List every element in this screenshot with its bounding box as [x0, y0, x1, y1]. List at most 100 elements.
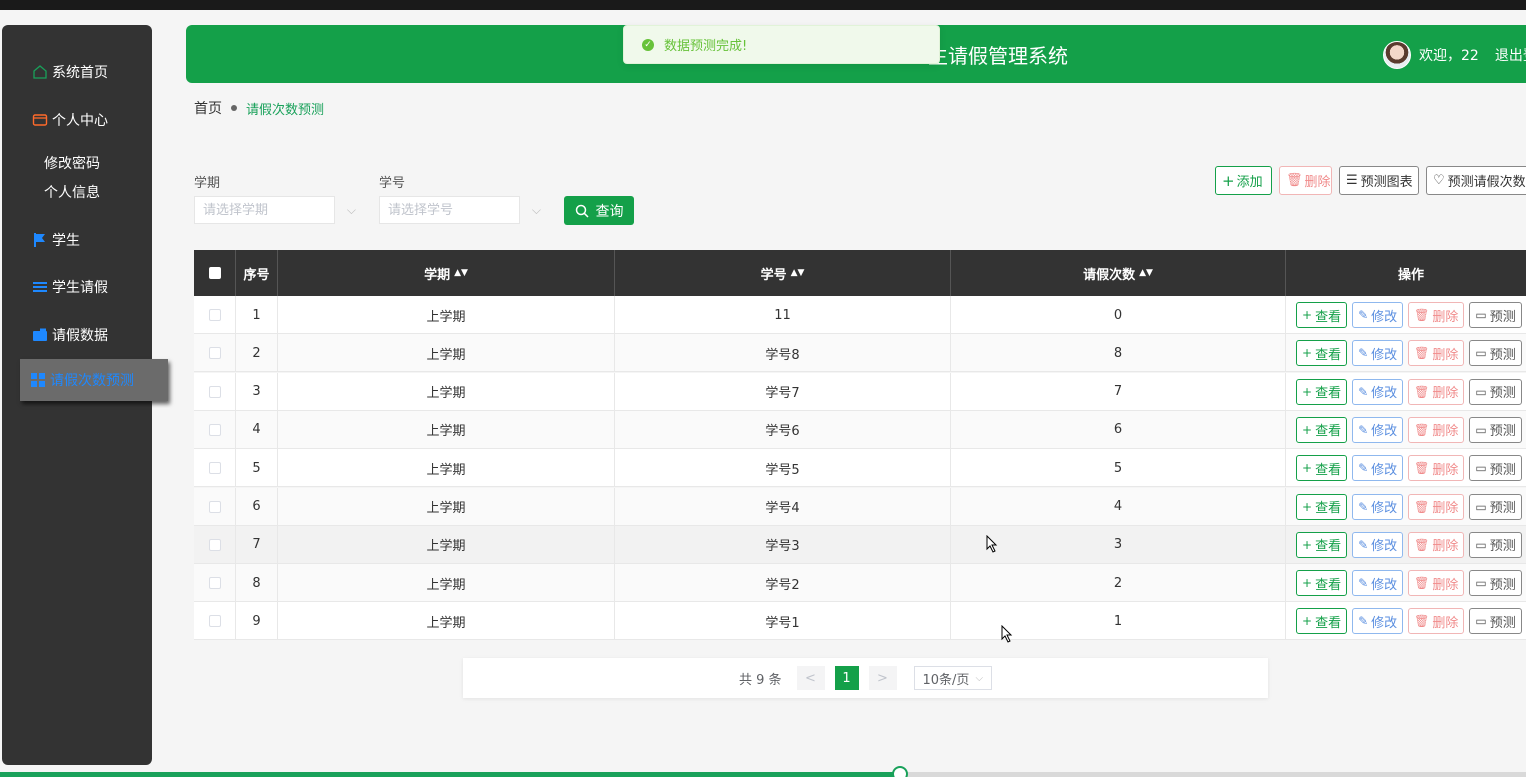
delete-button[interactable]: 🗑 删除: [1408, 302, 1465, 328]
pencil-icon: ✎: [1358, 614, 1369, 629]
edit-button-label: 修改: [1371, 501, 1398, 516]
view-button[interactable]: + 查看: [1296, 455, 1348, 482]
table-row: 5 上学期 学号5 5 + 查看 ✎ 修改 🗑 删除 ▭ 预测: [194, 449, 1526, 488]
toast-message: 数据预测完成!: [664, 39, 748, 54]
view-button[interactable]: + 查看: [1296, 570, 1348, 597]
predict-button-label: 预测: [1489, 462, 1516, 478]
view-button[interactable]: + 查看: [1296, 493, 1348, 520]
view-button[interactable]: + 查看: [1296, 340, 1348, 367]
row-checkbox[interactable]: [208, 309, 221, 321]
prediction-chart-button[interactable]: ☰ 预测图表: [1339, 166, 1419, 195]
header-leave-count[interactable]: 请假次数 ▲▼: [951, 250, 1286, 296]
predict-button[interactable]: ▭ 预测: [1469, 493, 1522, 520]
predict-button[interactable]: ▭ 预测: [1469, 608, 1522, 635]
predict-button[interactable]: ▭ 预测: [1469, 340, 1522, 367]
avatar[interactable]: [1383, 41, 1411, 69]
video-progress-handle[interactable]: [892, 766, 908, 777]
row-checkbox[interactable]: [208, 500, 221, 513]
row-select-cell: [194, 410, 236, 449]
batch-delete-button[interactable]: 🗑 删除: [1279, 166, 1332, 195]
predict-button[interactable]: ▭ 预测: [1469, 455, 1522, 482]
breadcrumb: 首页 请假次数预测: [194, 98, 324, 118]
cell-no: 8: [236, 564, 278, 603]
student-id-select[interactable]: ⌵: [379, 196, 541, 224]
sidebar-sub-profile[interactable]: 个人信息: [44, 182, 100, 202]
edit-button[interactable]: ✎ 修改: [1352, 570, 1404, 597]
delete-button[interactable]: 🗑 删除: [1408, 608, 1465, 635]
view-button[interactable]: + 查看: [1296, 378, 1348, 405]
predict-button[interactable]: ▭ 预测: [1469, 302, 1522, 328]
predict-button[interactable]: ▭ 预测: [1469, 531, 1522, 558]
logout-link[interactable]: 退出登: [1495, 45, 1526, 65]
edit-button-label: 修改: [1371, 424, 1398, 440]
sidebar-item-personal[interactable]: 个人中心: [2, 105, 152, 135]
chevron-down-icon: ⌵: [531, 203, 541, 217]
sidebar-item-label: 学生: [52, 233, 80, 249]
sidebar-item-leave-prediction[interactable]: 请假次数预测: [20, 359, 168, 401]
term-input[interactable]: [195, 197, 335, 223]
comment-icon: ▭: [1475, 422, 1487, 437]
sidebar-item-students[interactable]: 学生: [2, 225, 152, 255]
row-checkbox[interactable]: [208, 462, 221, 475]
delete-button[interactable]: 🗑 删除: [1408, 378, 1465, 405]
video-progress-bar[interactable]: [0, 766, 1526, 777]
sidebar-item-home[interactable]: 系统首页: [2, 57, 152, 87]
delete-button[interactable]: 🗑 删除: [1408, 340, 1465, 367]
edit-button[interactable]: ✎ 修改: [1352, 531, 1404, 558]
page-1-button[interactable]: 1: [834, 666, 859, 690]
view-button[interactable]: + 查看: [1296, 416, 1348, 443]
prev-page-button[interactable]: <: [796, 666, 825, 690]
row-checkbox[interactable]: [208, 538, 221, 551]
student-id-input[interactable]: [380, 197, 520, 223]
window-top-bar: [0, 0, 1526, 10]
edit-button[interactable]: ✎ 修改: [1352, 493, 1404, 520]
plus-icon: +: [1302, 346, 1313, 361]
row-actions: + 查看 ✎ 修改 🗑 删除 ▭ 预测: [1296, 449, 1522, 487]
header-term[interactable]: 学期 ▲▼: [278, 250, 615, 296]
delete-button[interactable]: 🗑 删除: [1408, 570, 1465, 597]
edit-button[interactable]: ✎ 修改: [1352, 378, 1404, 405]
mouse-cursor-icon: [986, 535, 998, 553]
sidebar-sub-change-password[interactable]: 修改密码: [44, 153, 100, 173]
edit-button[interactable]: ✎ 修改: [1352, 455, 1404, 482]
row-checkbox[interactable]: [208, 615, 221, 628]
edit-button[interactable]: ✎ 修改: [1352, 340, 1404, 367]
sidebar-item-leave-data[interactable]: 请假数据: [2, 320, 152, 350]
predict-button[interactable]: ▭ 预测: [1469, 416, 1522, 443]
row-actions: + 查看 ✎ 修改 🗑 删除 ▭ 预测: [1296, 602, 1522, 640]
predict-button-label: 预测: [1489, 309, 1516, 325]
delete-button[interactable]: 🗑 删除: [1408, 416, 1465, 443]
add-button[interactable]: + 添加: [1215, 166, 1272, 195]
predict-leave-button[interactable]: ♡ 预测请假次数: [1426, 166, 1526, 195]
row-checkbox[interactable]: [208, 577, 221, 590]
comment-icon: ▭: [1475, 499, 1487, 514]
row-checkbox[interactable]: [208, 423, 221, 436]
breadcrumb-home[interactable]: 首页: [194, 98, 222, 118]
edit-button[interactable]: ✎ 修改: [1352, 416, 1404, 443]
edit-button[interactable]: ✎ 修改: [1352, 302, 1404, 328]
plus-icon: +: [1222, 171, 1235, 190]
pencil-icon: ✎: [1358, 499, 1369, 514]
comment-icon: ▭: [1475, 576, 1487, 591]
sidebar-item-student-leave[interactable]: 学生请假: [2, 272, 152, 302]
query-button[interactable]: 查询: [564, 196, 634, 225]
select-all-checkbox[interactable]: [208, 267, 221, 279]
row-checkbox[interactable]: [208, 347, 221, 360]
plus-icon: +: [1302, 537, 1313, 552]
row-checkbox[interactable]: [208, 385, 221, 398]
next-page-button[interactable]: >: [868, 666, 897, 690]
predict-button[interactable]: ▭ 预测: [1469, 570, 1522, 597]
view-button[interactable]: + 查看: [1296, 531, 1348, 558]
view-button[interactable]: + 查看: [1296, 608, 1348, 635]
header-student-id[interactable]: 学号 ▲▼: [615, 250, 951, 296]
delete-button[interactable]: 🗑 删除: [1408, 531, 1465, 558]
delete-button[interactable]: 🗑 删除: [1408, 493, 1465, 520]
delete-button[interactable]: 🗑 删除: [1408, 455, 1465, 482]
plus-icon: +: [1302, 461, 1313, 476]
predict-button[interactable]: ▭ 预测: [1469, 378, 1522, 405]
edit-button[interactable]: ✎ 修改: [1352, 608, 1404, 635]
view-button[interactable]: + 查看: [1296, 302, 1348, 328]
term-select[interactable]: ⌵: [194, 196, 356, 224]
list-icon: [32, 279, 48, 295]
page-size-select[interactable]: 10条/页 ⌵: [913, 666, 993, 690]
